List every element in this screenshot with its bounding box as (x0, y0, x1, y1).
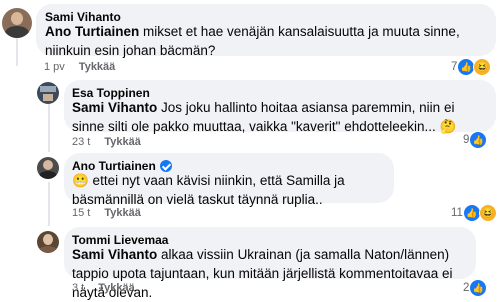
comment-meta: 3 t Tykkää (72, 282, 135, 294)
reaction-summary[interactable]: 7 👍 😆 (451, 58, 492, 76)
like-button[interactable]: Tykkää (104, 207, 141, 219)
reaction-summary[interactable]: 9 👍 (463, 131, 488, 149)
comment-meta: 23 t Tykkää (72, 136, 141, 148)
timestamp[interactable]: 1 pv (44, 61, 65, 73)
like-button[interactable]: Tykkää (104, 136, 141, 148)
thread-line (48, 182, 50, 226)
comment-meta: 15 t Tykkää (72, 207, 141, 219)
avatar[interactable] (37, 231, 59, 253)
timestamp[interactable]: 15 t (72, 207, 90, 219)
like-button[interactable]: Tykkää (79, 61, 116, 73)
reaction-summary[interactable]: 11 👍 😆 (451, 204, 497, 222)
thread-line (48, 104, 50, 152)
haha-reaction-icon: 😆 (473, 58, 492, 76)
mention-link[interactable]: Ano Turtiainen (45, 24, 139, 39)
comment-text: Sami Vihanto Jos joku hallinto hoitaa as… (72, 100, 457, 134)
avatar[interactable] (37, 82, 59, 104)
comment-text: 😬 ettei nyt vaan kävisi niinkin, että Sa… (72, 173, 345, 207)
like-reaction-icon: 👍 (469, 279, 488, 297)
comment-meta: 1 pv Tykkää (44, 61, 115, 73)
mention-link[interactable]: Sami Vihanto (72, 247, 157, 262)
haha-reaction-icon: 😆 (478, 204, 497, 222)
timestamp[interactable]: 3 t (72, 282, 84, 294)
reaction-summary[interactable]: 2 👍 (463, 279, 488, 297)
comment-text: Ano Turtiainen mikset et hae venäjän kan… (45, 24, 460, 58)
like-button[interactable]: Tykkää (98, 282, 135, 294)
thread-line (16, 38, 18, 66)
timestamp[interactable]: 23 t (72, 136, 90, 148)
mention-link[interactable]: Sami Vihanto (72, 100, 157, 115)
avatar[interactable] (2, 8, 32, 38)
reaction-count: 11 (451, 207, 463, 219)
like-reaction-icon: 👍 (469, 131, 488, 149)
avatar[interactable] (37, 157, 59, 179)
